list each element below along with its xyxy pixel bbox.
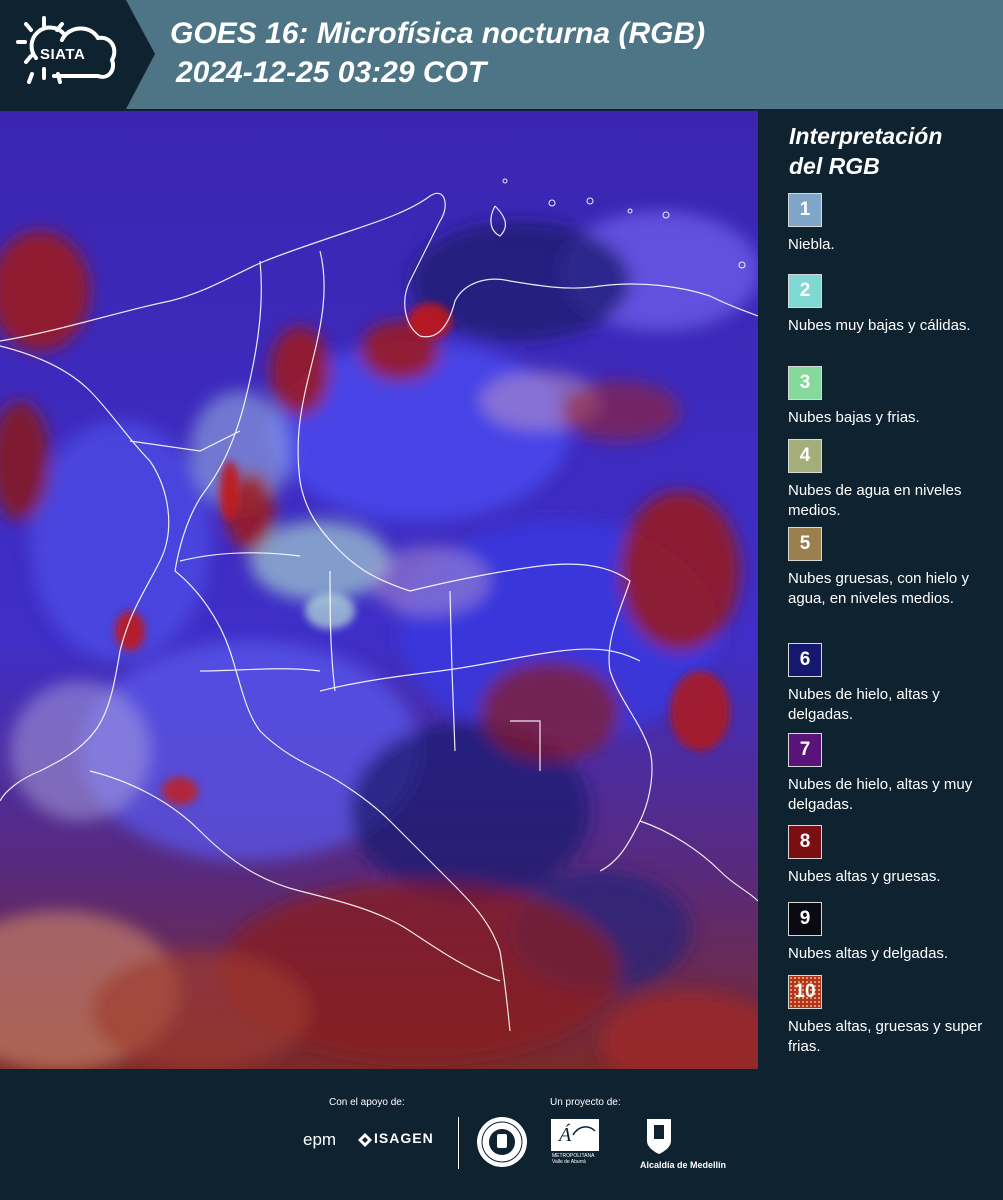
timestamp: 2024-12-25 03:29 COT	[176, 56, 487, 89]
legend-item-10: 10 Nubes altas, gruesas y super frias.	[788, 975, 988, 1057]
legend-item-1: 1 Niebla.	[788, 193, 988, 255]
legend-title-line1: Interpretación	[789, 123, 943, 149]
page-title: GOES 16: Microfísica nocturna (RGB)	[170, 17, 706, 50]
satellite-image[interactable]	[0, 111, 758, 1069]
legend-title: Interpretación del RGB	[789, 121, 942, 181]
medellin-shield-icon[interactable]	[646, 1117, 672, 1155]
legend-swatch: 1	[788, 193, 822, 227]
isagen-logo[interactable]: ISAGEN	[374, 1130, 434, 1146]
legend-item-4: 4 Nubes de agua en niveles medios.	[788, 439, 988, 521]
legend-item-8: 8 Nubes altas y gruesas.	[788, 825, 988, 887]
metropolitana-logo[interactable]: Á	[551, 1119, 599, 1151]
legend-label: Nubes de hielo, altas y muy delgadas.	[788, 776, 973, 813]
legend-label: Niebla.	[788, 236, 835, 253]
footer-divider	[458, 1117, 459, 1169]
alcaldia-label: Alcaldía de Medellín	[640, 1160, 727, 1170]
legend-item-2: 2 Nubes muy bajas y cálidas.	[788, 274, 988, 336]
legend-label: Nubes gruesas, con hielo y agua, en nive…	[788, 570, 969, 607]
legend-item-7: 7 Nubes de hielo, altas y muy delgadas.	[788, 733, 988, 815]
svg-text:Á: Á	[557, 1123, 572, 1146]
legend-label: Nubes de agua en niveles medios.	[788, 482, 962, 519]
header-bar: SIATA GOES 16: Microfísica nocturna (RGB…	[0, 0, 1003, 109]
legend-item-6: 6 Nubes de hielo, altas y delgadas.	[788, 643, 988, 725]
support-label: Con el apoyo de:	[329, 1097, 405, 1108]
legend-item-3: 3 Nubes bajas y frias.	[788, 366, 988, 428]
footer: Con el apoyo de: Un proyecto de: epm ISA…	[0, 1069, 1003, 1200]
legend-label: Nubes de hielo, altas y delgadas.	[788, 686, 940, 723]
legend-label: Nubes muy bajas y cálidas.	[788, 317, 971, 334]
epm-logo[interactable]: epm	[303, 1130, 336, 1150]
rgb-composite-map	[0, 111, 758, 1069]
siata-seal-icon[interactable]	[476, 1116, 528, 1168]
legend-swatch: 2	[788, 274, 822, 308]
legend-label: Nubes bajas y frias.	[788, 409, 920, 426]
legend-item-5: 5 Nubes gruesas, con hielo y agua, en niv…	[788, 527, 988, 609]
legend-label: Nubes altas y gruesas.	[788, 868, 941, 885]
isagen-icon	[358, 1133, 372, 1147]
legend-label: Nubes altas y delgadas.	[788, 945, 949, 962]
legend-panel: Interpretación del RGB 1 Niebla. 2 Nubes mu…	[760, 111, 1003, 1069]
legend-title-line2: del RGB	[789, 153, 880, 179]
legend-swatch: 10	[788, 975, 822, 1009]
legend-swatch: 9	[788, 902, 822, 936]
metropolitana-text: METROPOLITANA Valle de Aburrá	[552, 1153, 594, 1165]
metropolitana-line2: Valle de Aburrá	[552, 1159, 586, 1165]
legend-label: Nubes altas, gruesas y super frias.	[788, 1018, 983, 1055]
legend-swatch: 6	[788, 643, 822, 677]
legend-swatch: 7	[788, 733, 822, 767]
legend-item-9: 9 Nubes altas y delgadas.	[788, 902, 988, 964]
project-label: Un proyecto de:	[550, 1097, 621, 1108]
siata-logo[interactable]: SIATA	[0, 0, 155, 109]
legend-swatch: 4	[788, 439, 822, 473]
logo-text: SIATA	[40, 46, 86, 63]
legend-swatch: 5	[788, 527, 822, 561]
legend-swatch: 3	[788, 366, 822, 400]
legend-swatch: 8	[788, 825, 822, 859]
